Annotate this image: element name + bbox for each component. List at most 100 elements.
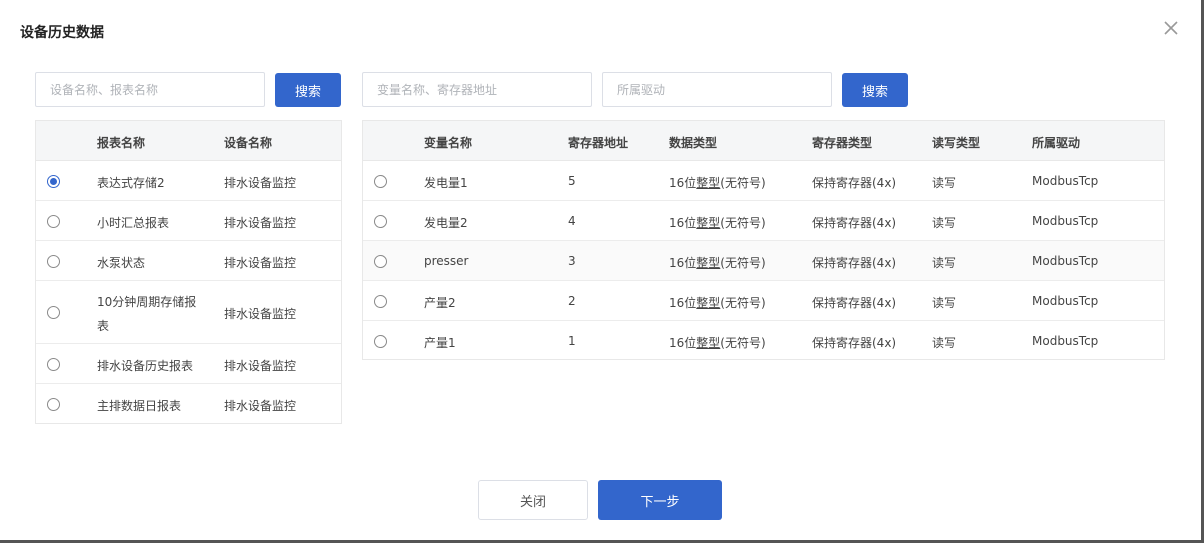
driver-name: ModbusTcp: [1032, 254, 1099, 268]
table-row[interactable]: 小时汇总报表 排水设备监控: [36, 201, 341, 241]
device-name: 排水设备监控: [224, 307, 297, 321]
register-address: 5: [568, 174, 576, 188]
data-type: 16位整型(无符号): [669, 294, 766, 311]
driver-search-input[interactable]: [602, 72, 832, 107]
register-type: 保持寄存器(4x): [812, 256, 897, 270]
rw-type: 读写: [932, 296, 957, 310]
data-type: 16位整型(无符号): [669, 334, 766, 351]
device-name: 排水设备监控: [224, 359, 297, 373]
register-type: 保持寄存器(4x): [812, 336, 897, 350]
variable-table: 变量名称 寄存器地址 数据类型 寄存器类型 读写类型 所属驱动 发电量1 5 1…: [362, 120, 1165, 360]
header-rw-type: 读写类型: [932, 136, 981, 150]
table-row[interactable]: 发电量2 4 16位整型(无符号) 保持寄存器(4x) 读写 ModbusTcp: [363, 201, 1164, 241]
header-device-name: 设备名称: [224, 136, 273, 150]
data-type-suffix: (无符号): [720, 176, 766, 190]
report-table-header: 报表名称 设备名称: [36, 121, 341, 161]
data-type: 16位整型(无符号): [669, 214, 766, 231]
rw-type: 读写: [932, 336, 957, 350]
driver-name: ModbusTcp: [1032, 334, 1099, 348]
report-name: 主排数据日报表: [97, 399, 182, 413]
report-name: 水泵状态: [97, 256, 146, 270]
table-row[interactable]: 主排数据日报表 排水设备监控: [36, 384, 341, 424]
row-radio[interactable]: [47, 306, 60, 319]
data-type-suffix: (无符号): [720, 216, 766, 230]
report-name: 小时汇总报表: [97, 216, 170, 230]
variable-name: presser: [424, 254, 469, 268]
data-type-prefix: 16位: [669, 216, 697, 230]
device-name: 排水设备监控: [224, 399, 297, 413]
register-address: 3: [568, 254, 576, 268]
register-address: 1: [568, 334, 576, 348]
next-step-button[interactable]: 下一步: [598, 480, 722, 520]
variable-name: 发电量1: [424, 176, 468, 190]
variable-table-header: 变量名称 寄存器地址 数据类型 寄存器类型 读写类型 所属驱动: [363, 121, 1164, 161]
row-radio[interactable]: [47, 215, 60, 228]
rw-type: 读写: [932, 176, 957, 190]
header-driver: 所属驱动: [1032, 136, 1081, 150]
rw-type: 读写: [932, 216, 957, 230]
data-type-suffix: (无符号): [720, 256, 766, 270]
row-radio[interactable]: [374, 335, 387, 348]
data-type-prefix: 16位: [669, 336, 697, 350]
register-address: 2: [568, 294, 576, 308]
driver-name: ModbusTcp: [1032, 174, 1099, 188]
data-type-link: 整型: [696, 336, 721, 350]
register-type: 保持寄存器(4x): [812, 176, 897, 190]
report-table: 报表名称 设备名称 表达式存储2 排水设备监控 小时汇总报表 排水设备监控 水泵…: [35, 120, 342, 424]
report-name: 表达式存储2: [97, 176, 165, 190]
row-radio[interactable]: [374, 255, 387, 268]
header-register-address: 寄存器地址: [568, 136, 629, 150]
close-icon[interactable]: [1161, 18, 1181, 38]
row-radio[interactable]: [374, 175, 387, 188]
data-type: 16位整型(无符号): [669, 254, 766, 271]
device-name: 排水设备监控: [224, 256, 297, 270]
report-search-button[interactable]: 搜索: [275, 73, 341, 107]
data-type-suffix: (无符号): [720, 296, 766, 310]
driver-name: ModbusTcp: [1032, 214, 1099, 228]
data-type: 16位整型(无符号): [669, 174, 766, 191]
row-radio[interactable]: [47, 358, 60, 371]
dialog-title: 设备历史数据: [20, 25, 104, 41]
close-button[interactable]: 关闭: [478, 480, 588, 520]
history-data-dialog: 设备历史数据 搜索 搜索 报表名称 设备名称 表达式存储2 排水设备监控 小时汇…: [0, 0, 1204, 543]
table-row[interactable]: 表达式存储2 排水设备监控: [36, 161, 341, 201]
data-type-suffix: (无符号): [720, 336, 766, 350]
header-register-type: 寄存器类型: [812, 136, 873, 150]
variable-name: 产量1: [424, 336, 456, 350]
row-radio[interactable]: [47, 398, 60, 411]
device-name: 排水设备监控: [224, 216, 297, 230]
header-data-type: 数据类型: [669, 136, 718, 150]
report-name-line1: 10分钟周期存储报: [97, 295, 197, 309]
row-radio[interactable]: [47, 175, 60, 188]
table-row[interactable]: 10分钟周期存储报 表 排水设备监控: [36, 281, 341, 344]
report-search-input[interactable]: [35, 72, 265, 107]
variable-search-input[interactable]: [362, 72, 592, 107]
register-address: 4: [568, 214, 576, 228]
device-name: 排水设备监控: [224, 176, 297, 190]
table-row[interactable]: presser 3 16位整型(无符号) 保持寄存器(4x) 读写 Modbus…: [363, 241, 1164, 281]
data-type-link: 整型: [696, 176, 721, 190]
row-radio[interactable]: [374, 215, 387, 228]
data-type-prefix: 16位: [669, 176, 697, 190]
register-type: 保持寄存器(4x): [812, 216, 897, 230]
register-type: 保持寄存器(4x): [812, 296, 897, 310]
variable-name: 产量2: [424, 296, 456, 310]
row-radio[interactable]: [374, 295, 387, 308]
table-row[interactable]: 发电量1 5 16位整型(无符号) 保持寄存器(4x) 读写 ModbusTcp: [363, 161, 1164, 201]
table-row[interactable]: 排水设备历史报表 排水设备监控: [36, 344, 341, 384]
variable-search-button[interactable]: 搜索: [842, 73, 908, 107]
table-row[interactable]: 产量2 2 16位整型(无符号) 保持寄存器(4x) 读写 ModbusTcp: [363, 281, 1164, 321]
table-row[interactable]: 水泵状态 排水设备监控: [36, 241, 341, 281]
report-name: 排水设备历史报表: [97, 359, 194, 373]
header-variable-name: 变量名称: [424, 136, 473, 150]
data-type-link: 整型: [696, 256, 721, 270]
row-radio[interactable]: [47, 255, 60, 268]
table-row[interactable]: 产量1 1 16位整型(无符号) 保持寄存器(4x) 读写 ModbusTcp: [363, 321, 1164, 360]
rw-type: 读写: [932, 256, 957, 270]
driver-name: ModbusTcp: [1032, 294, 1099, 308]
data-type-link: 整型: [696, 216, 721, 230]
data-type-prefix: 16位: [669, 256, 697, 270]
header-report-name: 报表名称: [97, 136, 146, 150]
variable-name: 发电量2: [424, 216, 468, 230]
report-name-line2: 表: [97, 319, 110, 333]
